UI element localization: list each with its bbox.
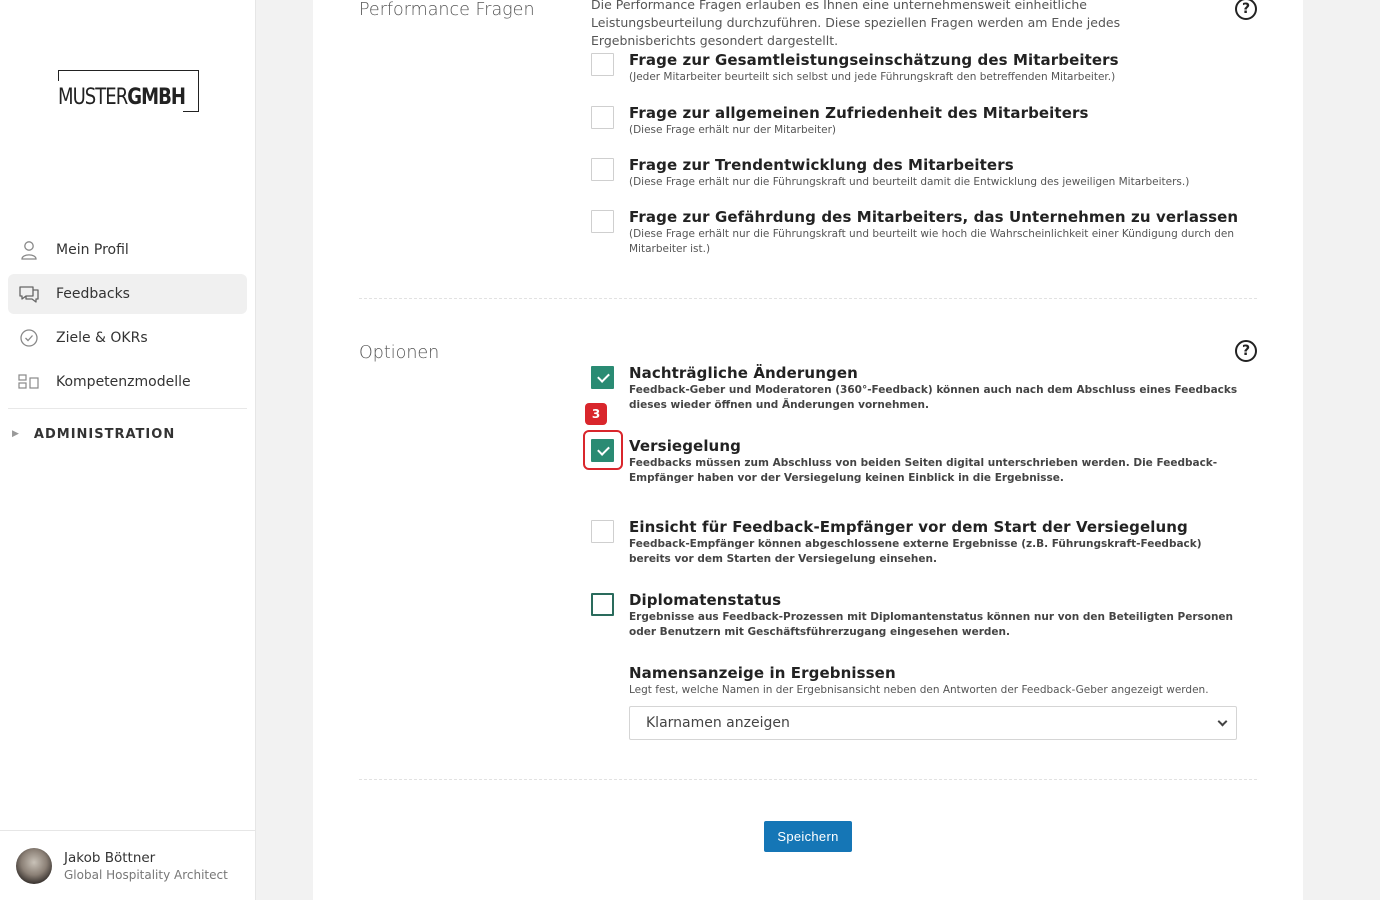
checkbox-gesamtleistung[interactable] bbox=[591, 53, 614, 76]
chat-icon bbox=[18, 283, 40, 305]
option-title: Frage zur allgemeinen Zufriedenheit des … bbox=[629, 104, 1089, 122]
option-description: Ergebnisse aus Feedback-Prozessen mit Di… bbox=[629, 611, 1234, 638]
option-description: (Diese Frage erhält nur der Mitarbeiter) bbox=[629, 124, 836, 136]
option-description: (Jeder Mitarbeiter beurteilt sich selbst… bbox=[629, 71, 1116, 83]
option-title: Diplomatenstatus bbox=[629, 591, 782, 609]
question-circle-icon[interactable]: ? bbox=[1235, 0, 1257, 20]
sidebar-item-label: Feedbacks bbox=[56, 286, 130, 302]
sidebar-item-mein-profil[interactable]: Mein Profil bbox=[8, 230, 247, 270]
check-circle-icon bbox=[18, 327, 40, 349]
sidebar-item-label: Mein Profil bbox=[56, 242, 129, 258]
option-text: Frage zur Gefährdung des Mitarbeiters, d… bbox=[629, 207, 1244, 257]
user-name: Jakob Böttner bbox=[64, 849, 156, 866]
user-profile[interactable]: Jakob Böttner Global Hospitality Archite… bbox=[0, 830, 256, 900]
user-info: Jakob Böttner Global Hospitality Archite… bbox=[64, 850, 228, 882]
option-description: (Diese Frage erhält nur die Führungskraf… bbox=[629, 176, 1190, 188]
option-title: Namensanzeige in Ergebnissen bbox=[629, 664, 896, 682]
checkbox-nachtraegliche-aenderungen[interactable] bbox=[591, 366, 614, 389]
name-display-select[interactable]: Klarnamen anzeigen bbox=[629, 706, 1237, 740]
checkbox-zufriedenheit[interactable] bbox=[591, 106, 614, 129]
section-title-optionen: Optionen bbox=[359, 343, 440, 363]
logo-text: MUSTERGMBH bbox=[58, 85, 186, 110]
checkbox-einsicht[interactable] bbox=[591, 520, 614, 543]
section-divider bbox=[359, 779, 1257, 780]
option-title: Frage zur Trendentwicklung des Mitarbeit… bbox=[629, 156, 1014, 174]
blocks-icon bbox=[18, 371, 40, 393]
option-title: Frage zur Gesamtleistungseinschätzung de… bbox=[629, 51, 1119, 69]
admin-label: ADMINISTRATION bbox=[33, 426, 176, 442]
checkbox-gefaehrdung[interactable] bbox=[591, 210, 614, 233]
option-text: Frage zur Trendentwicklung des Mitarbeit… bbox=[629, 155, 1244, 190]
sidebar-item-kompetenzmodelle[interactable]: Kompetenzmodelle bbox=[8, 362, 247, 402]
option-description: (Diese Frage erhält nur die Führungskraf… bbox=[629, 228, 1235, 255]
section-title-performance: Performance Fragen bbox=[359, 0, 535, 20]
user-icon bbox=[18, 239, 40, 261]
option-title: Frage zur Gefährdung des Mitarbeiters, d… bbox=[629, 208, 1239, 226]
expand-triangle-icon: ▶ bbox=[12, 429, 20, 439]
option-text: Nachträgliche Änderungen Feedback-Geber … bbox=[629, 363, 1244, 413]
sidebar: MUSTERGMBH Mein Profil Feedbacks Ziele &… bbox=[0, 0, 256, 900]
main-nav: Mein Profil Feedbacks Ziele & OKRs Kompe… bbox=[8, 230, 247, 459]
option-text: Versiegelung Feedbacks müssen zum Abschl… bbox=[629, 436, 1244, 486]
option-text: Namensanzeige in Ergebnissen Legt fest, … bbox=[629, 663, 1244, 698]
option-description: Legt fest, welche Namen in der Ergebnisa… bbox=[629, 684, 1209, 696]
sidebar-item-feedbacks[interactable]: Feedbacks bbox=[8, 274, 247, 314]
settings-card: Performance Fragen Die Performance Frage… bbox=[313, 0, 1303, 900]
performance-intro: Die Performance Fragen erlauben es Ihnen… bbox=[591, 0, 1121, 48]
option-text: Einsicht für Feedback-Empfänger vor dem … bbox=[629, 517, 1244, 567]
checkbox-trendentwicklung[interactable] bbox=[591, 158, 614, 181]
option-description: Feedback-Geber und Moderatoren (360°-Fee… bbox=[629, 384, 1238, 411]
checkbox-versiegelung[interactable] bbox=[591, 439, 614, 462]
section-divider bbox=[359, 298, 1257, 299]
option-description: Feedbacks müssen zum Abschluss von beide… bbox=[629, 457, 1218, 484]
checkbox-diplomatenstatus[interactable] bbox=[591, 593, 614, 616]
option-text: Frage zur Gesamtleistungseinschätzung de… bbox=[629, 50, 1244, 85]
option-title: Einsicht für Feedback-Empfänger vor dem … bbox=[629, 518, 1188, 536]
sidebar-item-label: Kompetenzmodelle bbox=[56, 374, 191, 390]
option-description: Feedback-Empfänger können abgeschlossene… bbox=[629, 538, 1202, 565]
option-title: Nachträgliche Änderungen bbox=[629, 364, 858, 382]
question-circle-icon[interactable]: ? bbox=[1235, 340, 1257, 362]
chevron-down-icon bbox=[1217, 716, 1228, 727]
select-value: Klarnamen anzeigen bbox=[646, 715, 790, 731]
sidebar-item-ziele-okrs[interactable]: Ziele & OKRs bbox=[8, 318, 247, 358]
user-role: Global Hospitality Architect bbox=[64, 867, 228, 882]
company-logo[interactable]: MUSTERGMBH bbox=[58, 70, 199, 112]
sidebar-item-administration[interactable]: ▶ ADMINISTRATION bbox=[8, 409, 247, 459]
avatar bbox=[16, 847, 52, 884]
option-text: Diplomatenstatus Ergebnisse aus Feedback… bbox=[629, 590, 1244, 640]
annotation-badge: 3 bbox=[585, 403, 607, 425]
save-button[interactable]: Speichern bbox=[764, 821, 852, 852]
option-text: Frage zur allgemeinen Zufriedenheit des … bbox=[629, 103, 1244, 138]
option-title: Versiegelung bbox=[629, 437, 741, 455]
sidebar-item-label: Ziele & OKRs bbox=[56, 330, 148, 346]
